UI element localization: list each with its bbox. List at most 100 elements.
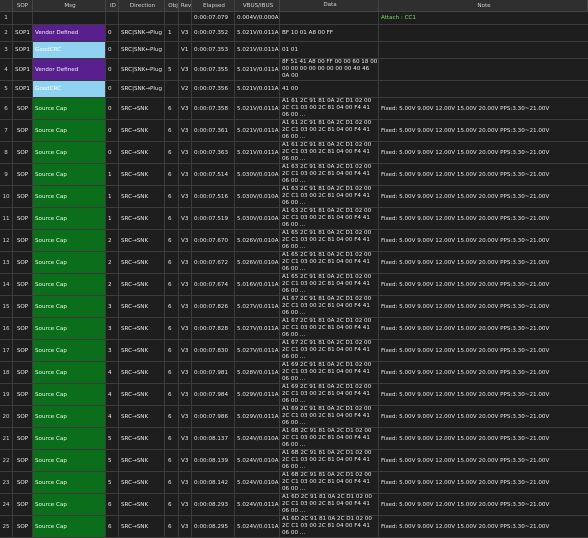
table-row[interactable]: 4 SOP1 Vendor Defined 0 SRC|SNK←Plug 5 V3 0:00:… <box>0 59 588 81</box>
rev-cell: V3 <box>179 516 192 537</box>
msg-cell: Source Cap <box>33 516 106 537</box>
elapsed-cell: 0:00:07.986 <box>192 406 235 427</box>
table-row[interactable]: 10 SOP Source Cap 1 SRC→SNK 6 V3 0:00:07.516 5.0… <box>0 186 588 208</box>
sop-cell: SOP <box>13 362 33 383</box>
direction-cell: SRC→SNK <box>119 318 165 339</box>
table-row[interactable]: 3 SOP1 GoodCRC 0 SRC|SNK←Plug V1 0:00:07.353 5.… <box>0 42 588 59</box>
note-cell: Fixed: 5.00V 9.00V 12.00V 15.00V 20.00V … <box>381 435 550 442</box>
vbus-ibus-cell: 5.021V/0.011A <box>235 142 280 163</box>
table-row[interactable]: 23 SOP Source Cap 5 SRC→SNK 6 V3 0:00:08.142 5.0… <box>0 472 588 494</box>
direction-cell: SRC|SNK→Plug <box>119 25 165 41</box>
msg-cell: Source Cap <box>33 318 106 339</box>
id-cell: 4 <box>106 406 119 427</box>
elapsed-cell: 0:00:08.139 <box>192 450 235 471</box>
direction-cell: SRC→SNK <box>119 384 165 405</box>
header-vbus-ibus[interactable]: VBUS/IBUS <box>235 0 280 11</box>
sop-cell <box>13 12 33 24</box>
id-cell: 5 <box>106 450 119 471</box>
header-obj[interactable]: Obj <box>165 0 179 11</box>
table-row[interactable]: 18 SOP Source Cap 4 SRC→SNK 6 V3 0:00:07.981 5.0… <box>0 362 588 384</box>
sop-cell: SOP <box>13 230 33 251</box>
table-row[interactable]: 9 SOP Source Cap 1 SRC→SNK 6 V3 0:00:07.514 5.03… <box>0 164 588 186</box>
table-row[interactable]: 2 SOP1 Vendor Defined 0 SRC|SNK→Plug 1 V3 0:00:… <box>0 25 588 42</box>
id-cell: 2 <box>106 230 119 251</box>
header-rev[interactable]: Rev <box>179 0 192 11</box>
table-row[interactable]: 12 SOP Source Cap 2 SRC→SNK 6 V3 0:00:07.670 5.0… <box>0 230 588 252</box>
sop-cell: SOP <box>13 120 33 141</box>
direction-cell: SRC→SNK <box>119 230 165 251</box>
direction-cell: SRC→SNK <box>119 450 165 471</box>
header-elapsed[interactable]: Elapsed <box>192 0 235 11</box>
table-row[interactable]: 16 SOP Source Cap 3 SRC→SNK 6 V3 0:00:07.828 5.0… <box>0 318 588 340</box>
row-number-cell: 8 <box>0 142 13 163</box>
vbus-ibus-cell: 5.028V/0.011A <box>235 362 280 383</box>
rev-cell: V3 <box>179 25 192 41</box>
row-number-cell: 12 <box>0 230 13 251</box>
rev-cell: V3 <box>179 450 192 471</box>
vbus-ibus-cell: 5.021V/0.011A <box>235 81 280 97</box>
elapsed-cell: 0:00:07.355 <box>192 59 235 80</box>
header-note[interactable]: Note <box>379 0 588 11</box>
table-row[interactable]: 17 SOP Source Cap 3 SRC→SNK 6 V3 0:00:07.830 5.0… <box>0 340 588 362</box>
msg-cell <box>33 12 106 24</box>
table-row[interactable]: 1 0:00:07.079 0.004V/0.000A Attach : CC1 <box>0 12 588 25</box>
row-number-cell: 15 <box>0 296 13 317</box>
header-id[interactable]: ID <box>106 0 119 11</box>
elapsed-cell: 0:00:07.361 <box>192 120 235 141</box>
table-row[interactable]: 25 SOP Source Cap 6 SRC→SNK 6 V3 0:00:08.295 5.0… <box>0 516 588 538</box>
rev-cell: V3 <box>179 406 192 427</box>
header-row-number[interactable] <box>0 0 13 11</box>
direction-cell <box>119 12 165 24</box>
id-cell: 3 <box>106 340 119 361</box>
obj-cell: 6 <box>165 296 179 317</box>
data-cell: A1 63 2C 91 81 0A 2C D1 02 00 2C C1 03 0… <box>280 208 379 229</box>
note-cell: Attach : CC1 <box>381 15 416 21</box>
vbus-ibus-cell: 5.024V/0.010A <box>235 428 280 449</box>
obj-cell: 6 <box>165 494 179 515</box>
table-row[interactable]: 11 SOP Source Cap 1 SRC→SNK 6 V3 0:00:07.519 5.0… <box>0 208 588 230</box>
sop-cell: SOP1 <box>13 25 33 41</box>
obj-cell: 6 <box>165 406 179 427</box>
sop-cell: SOP <box>13 186 33 207</box>
note-cell: Fixed: 5.00V 9.00V 12.00V 15.00V 20.00V … <box>381 391 550 398</box>
elapsed-cell: 0:00:07.514 <box>192 164 235 185</box>
header-msg[interactable]: Msg <box>33 0 106 11</box>
data-cell: A1 63 2C 91 81 0A 2C D1 02 00 2C C1 03 0… <box>280 186 379 207</box>
direction-cell: SRC→SNK <box>119 362 165 383</box>
table-row[interactable]: 6 SOP Source Cap 0 SRC→SNK 6 V3 0:00:07.358 5.02… <box>0 98 588 120</box>
msg-cell: Source Cap <box>33 296 106 317</box>
table-row[interactable]: 15 SOP Source Cap 3 SRC→SNK 6 V3 0:00:07.826 5.0… <box>0 296 588 318</box>
table-row[interactable]: 20 SOP Source Cap 4 SRC→SNK 6 V3 0:00:07.986 5.0… <box>0 406 588 428</box>
sop-cell: SOP <box>13 450 33 471</box>
table-row[interactable]: 24 SOP Source Cap 6 SRC→SNK 6 V3 0:00:08.293 5.0… <box>0 494 588 516</box>
table-row[interactable]: 5 SOP1 GoodCRC 0 SRC|SNK→Plug V2 0:00:07.356 5.… <box>0 81 588 98</box>
sop-cell: SOP <box>13 142 33 163</box>
table-row[interactable]: 8 SOP Source Cap 0 SRC→SNK 6 V3 0:00:07.363 5.02… <box>0 142 588 164</box>
table-row[interactable]: 21 SOP Source Cap 5 SRC→SNK 6 V3 0:00:08.137 5.0… <box>0 428 588 450</box>
row-number-cell: 2 <box>0 25 13 41</box>
vbus-ibus-cell: 5.021V/0.011A <box>235 98 280 119</box>
msg-cell: Source Cap <box>33 406 106 427</box>
header-direction[interactable]: Direction <box>119 0 165 11</box>
row-number-cell: 7 <box>0 120 13 141</box>
elapsed-cell: 0:00:07.672 <box>192 252 235 273</box>
msg-cell: Source Cap <box>33 274 106 295</box>
obj-cell: 6 <box>165 318 179 339</box>
table-row[interactable]: 14 SOP Source Cap 2 SRC→SNK 6 V3 0:00:07.674 5.0… <box>0 274 588 296</box>
obj-cell <box>165 12 179 24</box>
rev-cell: V3 <box>179 252 192 273</box>
id-cell: 0 <box>106 98 119 119</box>
table-row[interactable]: 7 SOP Source Cap 0 SRC→SNK 6 V3 0:00:07.361 5.02… <box>0 120 588 142</box>
row-number-cell: 20 <box>0 406 13 427</box>
vbus-ibus-cell: 5.024V/0.010A <box>235 472 280 493</box>
header-data[interactable]: Data <box>280 0 379 11</box>
header-sop[interactable]: SOP <box>13 0 33 11</box>
table-row[interactable]: 19 SOP Source Cap 4 SRC→SNK 6 V3 0:00:07.984 5.0… <box>0 384 588 406</box>
data-cell: BF 10 01 A8 00 FF <box>280 25 379 41</box>
note-cell: Fixed: 5.00V 9.00V 12.00V 15.00V 20.00V … <box>381 347 550 354</box>
table-row[interactable]: 13 SOP Source Cap 2 SRC→SNK 6 V3 0:00:07.672 5.0… <box>0 252 588 274</box>
rev-cell: V3 <box>179 59 192 80</box>
obj-cell <box>165 81 179 97</box>
table-row[interactable]: 22 SOP Source Cap 5 SRC→SNK 6 V3 0:00:08.139 5.0… <box>0 450 588 472</box>
msg-cell: Source Cap <box>33 494 106 515</box>
